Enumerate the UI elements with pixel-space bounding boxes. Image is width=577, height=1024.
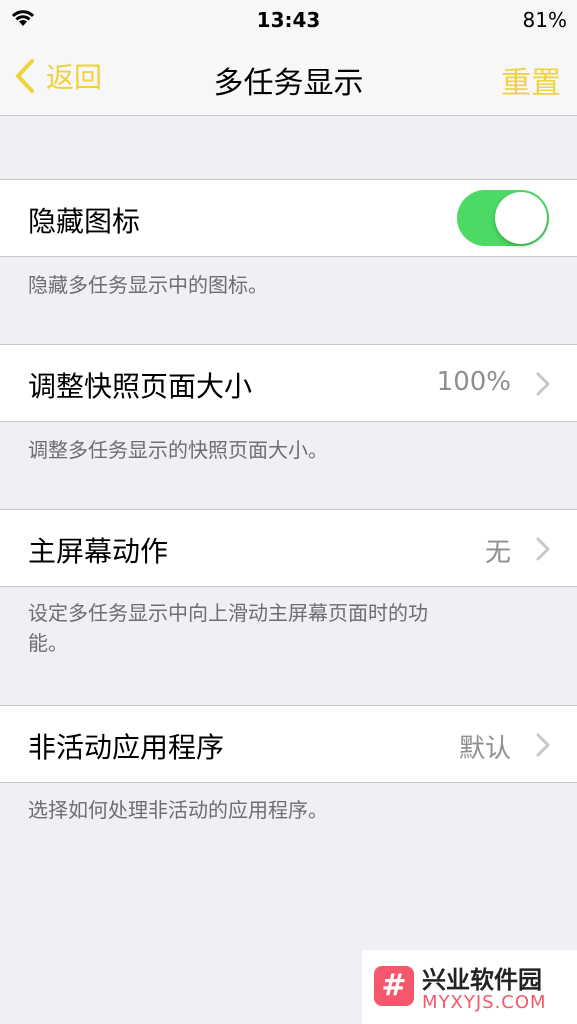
setting-value: 无 bbox=[484, 538, 511, 568]
chevron-right-icon bbox=[536, 372, 550, 396]
hide-icons-toggle[interactable] bbox=[457, 190, 549, 246]
status-time: 13:43 bbox=[256, 8, 321, 32]
setting-row-inactive-apps[interactable]: 非活动应用程序 默认 bbox=[0, 705, 577, 783]
watermark-name: 兴业软件园 bbox=[422, 966, 542, 994]
setting-row-home-action[interactable]: 主屏幕动作 无 bbox=[0, 509, 577, 587]
toggle-knob bbox=[495, 192, 547, 244]
setting-row-snapshot-size[interactable]: 调整快照页面大小 100% bbox=[0, 344, 577, 422]
page-title: 多任务显示 bbox=[213, 66, 364, 101]
setting-label: 调整快照页面大小 bbox=[28, 370, 253, 403]
status-bar: 13:43 81% bbox=[0, 0, 577, 38]
chevron-right-icon bbox=[536, 537, 550, 561]
setting-label: 隐藏图标 bbox=[28, 205, 141, 238]
watermark-url: MYXYJS.COM bbox=[422, 992, 547, 1013]
battery-level: 81% bbox=[522, 8, 567, 32]
setting-footer: 设定多任务显示中向上滑动主屏幕页面时的功 能。 bbox=[28, 598, 558, 658]
setting-value: 默认 bbox=[458, 734, 511, 764]
watermark: # 兴业软件园 MYXYJS.COM bbox=[362, 950, 577, 1024]
setting-footer: 选择如何处理非活动的应用程序。 bbox=[28, 798, 328, 822]
chevron-right-icon bbox=[536, 733, 550, 757]
setting-footer: 隐藏多任务显示中的图标。 bbox=[28, 273, 268, 297]
setting-footer: 调整多任务显示的快照页面大小。 bbox=[28, 438, 328, 462]
setting-label: 非活动应用程序 bbox=[28, 731, 225, 764]
watermark-logo: # bbox=[374, 966, 414, 1006]
reset-button[interactable]: 重置 bbox=[501, 58, 561, 102]
setting-label: 主屏幕动作 bbox=[28, 535, 169, 568]
navigation-bar: 返回 多任务显示 重置 bbox=[0, 38, 577, 116]
footer-line: 能。 bbox=[28, 631, 68, 655]
setting-value: 100% bbox=[436, 367, 511, 397]
setting-row-hide-icons: 隐藏图标 bbox=[0, 179, 577, 257]
footer-line: 设定多任务显示中向上滑动主屏幕页面时的功 bbox=[28, 601, 428, 625]
